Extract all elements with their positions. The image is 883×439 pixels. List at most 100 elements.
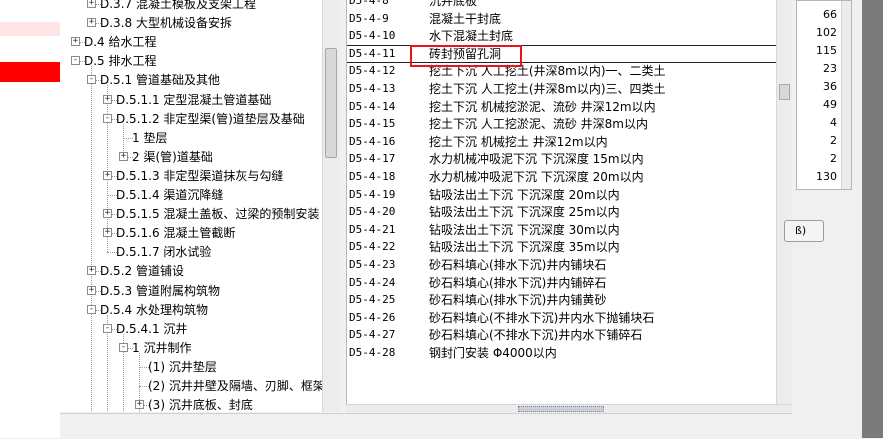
item-description: 砂石料填心(排水下沉)井内铺块石 — [429, 258, 607, 272]
window-edge — [862, 0, 883, 438]
tree-item[interactable]: - D.5.1 管道基础及其他 — [60, 71, 322, 89]
expand-icon[interactable]: + — [87, 18, 96, 28]
expand-icon[interactable]: + — [87, 0, 96, 8]
tree-item[interactable]: (2) 沉井井壁及隔墙、刃脚、框架 — [60, 377, 322, 395]
list-item[interactable]: D5-4-23 砂石料填心(排水下沉)井内铺块石 — [347, 256, 777, 274]
tree-item-label: 1 垫层 — [132, 130, 168, 145]
collapse-icon[interactable]: - — [87, 304, 96, 314]
list-item[interactable]: D5-4-20 钻吸法出土下沉 下沉深度 25m以内 — [347, 203, 777, 221]
list-item[interactable]: D5-4-8 沉井底板 — [347, 0, 777, 10]
quantity-cell: 2 — [830, 134, 837, 147]
expand-icon[interactable]: + — [71, 37, 80, 47]
tree-item[interactable]: + D.5.2 管道铺设 — [60, 262, 322, 280]
tree-item[interactable]: + D.5.1.3 非定型渠道抹灰与勾缝 — [60, 167, 322, 185]
tree-item[interactable]: + D.5.1.5 混凝土盖板、过梁的预制安装 — [60, 205, 322, 223]
tree-item[interactable]: + D.3.8 大型机械设备安拆 — [60, 14, 322, 32]
expand-icon[interactable]: + — [87, 285, 96, 295]
tree-item[interactable]: + D.4 给水工程 — [60, 33, 322, 51]
tree-item[interactable]: - D.5.4.1 沉井 — [60, 320, 322, 338]
quantity-cell: 49 — [823, 98, 837, 111]
expand-icon[interactable]: + — [103, 228, 112, 238]
expand-icon[interactable]: + — [135, 400, 144, 410]
list-item[interactable]: D5-4-21 钻吸法出土下沉 下沉深度 30m以内 — [347, 221, 777, 239]
quantity-cell: 23 — [823, 62, 837, 75]
tree-item[interactable]: + D.5.1.1 定型混凝土管道基础 — [60, 91, 322, 109]
list-vertical-scrollbar[interactable] — [776, 0, 793, 404]
list-scroll-thumb[interactable] — [779, 84, 790, 100]
item-code: D5-4-21 — [349, 222, 396, 236]
tree-item[interactable]: + D.5.3 管道附属构筑物 — [60, 282, 322, 300]
expand-icon[interactable]: + — [87, 266, 96, 276]
item-code: D5-4-24 — [349, 275, 396, 289]
item-code: D5-4-13 — [349, 82, 396, 95]
list-item[interactable]: D5-4-28 钢封门安装 Φ4000以内 — [347, 344, 777, 362]
tree-item[interactable]: -1 沉井制作 — [60, 339, 322, 357]
item-description: 挖土下沉 机械挖土 井深12m以内 — [429, 134, 608, 149]
quantity-column[interactable]: 66 102 115 23 36 49 4 2 2 130 — [796, 0, 852, 190]
expand-icon[interactable]: + — [103, 94, 112, 104]
tree-item[interactable]: - D.5 排水工程 — [60, 52, 322, 70]
left-strip-band-red[interactable] — [0, 62, 60, 82]
item-description: 砂石料填心(排水下沉)井内铺黄砂 — [429, 293, 607, 308]
tree-item[interactable]: + D.5.1.6 混凝土管截断 — [60, 224, 322, 242]
tree-item-label: D.5.1 管道基础及其他 — [100, 73, 220, 88]
collapse-icon[interactable]: - — [103, 323, 112, 333]
tree-item-label: D.5.1.1 定型混凝土管道基础 — [116, 92, 272, 107]
item-code: D5-4-27 — [349, 328, 396, 342]
collapse-icon[interactable]: - — [87, 75, 96, 85]
list-item[interactable]: D5-4-9 混凝土干封底 — [347, 10, 777, 28]
list-item[interactable]: D5-4-19 钻吸法出土下沉 下沉深度 20m以内 — [347, 186, 777, 204]
tree-item[interactable]: + (3) 沉井底板、封底 — [60, 396, 322, 412]
list-item[interactable]: D5-4-18 水力机械冲吸泥下沉 下沉深度 20m以内 — [347, 168, 777, 186]
list-item[interactable]: D5-4-22 钻吸法出土下沉 下沉深度 35m以内 — [347, 238, 777, 256]
right-action-button[interactable]: ß) — [784, 220, 824, 242]
tree-item[interactable]: (1) 沉井垫层 — [60, 358, 322, 376]
item-code: D5-4-15 — [349, 117, 396, 131]
item-code: D5-4-12 — [349, 64, 396, 78]
tree-item-label: D.3.8 大型机械设备安拆 — [100, 16, 232, 31]
expand-icon[interactable]: + — [103, 209, 112, 219]
expand-icon[interactable]: + — [103, 170, 112, 180]
tree-vertical-scrollbar[interactable] — [322, 0, 340, 412]
category-tree[interactable]: + D.3.7 混凝土模板及支架工程 + D.3.8 大型机械设备安拆 + D.4 给水工… — [60, 0, 323, 412]
item-code: D5-4-25 — [349, 293, 396, 307]
list-hscroll-thumb[interactable] — [518, 406, 604, 412]
tree-item[interactable]: +2 渠(管)道基础 — [60, 148, 322, 166]
tree-item-label: D.5.3 管道附属构筑物 — [100, 283, 220, 298]
collapse-icon[interactable]: - — [119, 342, 128, 352]
tree-item[interactable]: D.5.1.4 渠道沉降缝 — [60, 186, 322, 204]
tree-scroll-thumb[interactable] — [325, 48, 337, 158]
collapse-icon[interactable]: - — [71, 56, 80, 66]
tree-item[interactable]: - D.5.4 水处理构筑物 — [60, 301, 322, 319]
list-item[interactable]: D5-4-26 砂石料填心(不排水下沉)井内水下抛铺块石 — [347, 309, 777, 327]
list-item[interactable]: D5-4-15 挖土下沉 人工挖淤泥、流砂 井深8m以内 — [347, 115, 777, 133]
tree-item[interactable]: D.5.1.7 闭水试验 — [60, 243, 322, 261]
tree-item-label: D.5.1.4 渠道沉降缝 — [116, 188, 224, 202]
item-description: 钢封门安装 Φ4000以内 — [429, 346, 557, 360]
tree-item[interactable]: - D.5.1.2 非定型渠(管)道垫层及基础 — [60, 110, 322, 128]
quantity-cell: 4 — [830, 116, 837, 129]
list-item[interactable]: D5-4-10 水下混凝土封底 — [347, 27, 777, 45]
item-description: 砂石料填心(排水下沉)井内铺碎石 — [429, 275, 607, 290]
collapse-icon[interactable]: - — [103, 113, 112, 123]
list-item[interactable]: D5-4-27 砂石料填心(不排水下沉)井内水下铺碎石 — [347, 326, 777, 344]
list-item[interactable]: D5-4-25 砂石料填心(排水下沉)井内铺黄砂 — [347, 291, 777, 309]
list-item[interactable]: D5-4-17 水力机械冲吸泥下沉 下沉深度 15m以内 — [347, 150, 777, 168]
item-description: 水力机械冲吸泥下沉 下沉深度 15m以内 — [429, 152, 644, 167]
quantity-scrollbar[interactable] — [841, 1, 851, 189]
list-item[interactable]: D5-4-13 挖土下沉 人工挖土(井深8m以内)三、四类土 — [347, 80, 777, 98]
tree-item-label: D.5.1.2 非定型渠(管)道垫层及基础 — [116, 111, 305, 126]
quantity-cell: 130 — [816, 170, 837, 183]
item-description: 钻吸法出土下沉 下沉深度 25m以内 — [429, 205, 620, 220]
left-strip-band-white — [0, 36, 60, 62]
tree-item-label: D.5 排水工程 — [84, 54, 157, 69]
list-item[interactable]: D5-4-16 挖土下沉 机械挖土 井深12m以内 — [347, 133, 777, 151]
item-code: D5-4-9 — [349, 11, 389, 25]
tree-item[interactable]: + D.3.7 混凝土模板及支架工程 — [60, 0, 322, 13]
expand-icon[interactable]: + — [119, 151, 128, 161]
tree-item[interactable]: 1 垫层 — [60, 129, 322, 147]
tree-item-label: D.5.4.1 沉井 — [116, 321, 188, 336]
item-code: D5-4-11 — [349, 46, 396, 60]
list-item[interactable]: D5-4-24 砂石料填心(排水下沉)井内铺碎石 — [347, 274, 777, 292]
list-item[interactable]: D5-4-14 挖土下沉 机械挖淤泥、流砂 井深12m以内 — [347, 98, 777, 116]
